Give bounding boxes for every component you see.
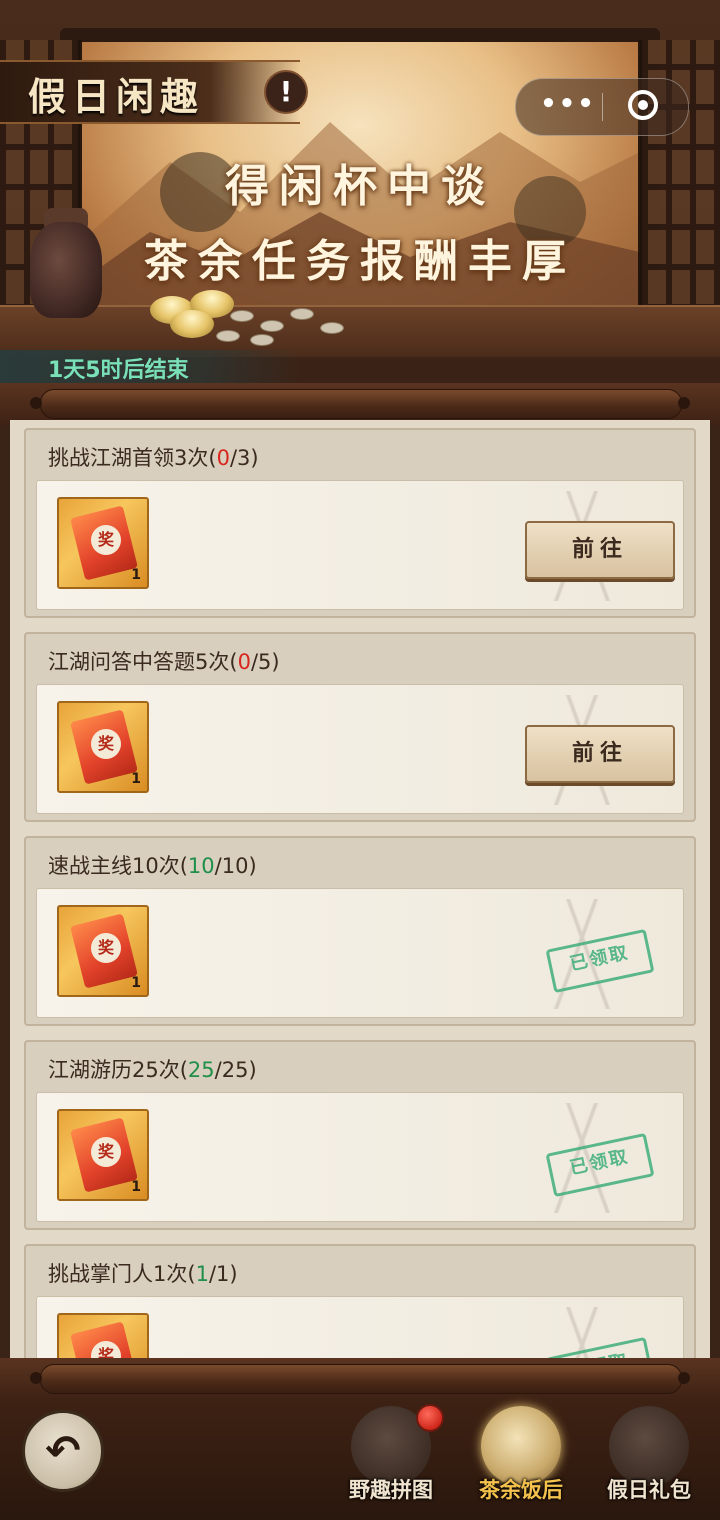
rail-bar [40,1364,682,1394]
nav-label: 茶余饭后 [479,1477,563,1502]
reward-item[interactable]: 奖 1 [57,905,149,997]
nav-item-gift-pack[interactable]: 假日礼包 [594,1400,704,1520]
rail-knob-icon [30,1372,42,1384]
rail-knob-icon [30,397,42,409]
task-body: 奖 1 已领取 [36,1296,684,1360]
go-button[interactable]: 前往 [525,521,675,579]
reward-quantity: 1 [131,1179,141,1195]
task-body: 奖 1 已领取 [36,888,684,1018]
end-time-text: 1天5时后结束 [48,358,189,383]
task-title: 挑战江湖首领3次(0/3) [48,446,259,470]
mini-program-capsule: ••• [515,78,689,136]
close-target-icon[interactable] [628,90,658,120]
reward-seal: 奖 [91,933,121,963]
rail-bar [40,389,682,419]
banner-slogan-line2: 茶余任务报酬丰厚 [144,236,576,287]
rail-knob-icon [678,397,690,409]
reward-seal: 奖 [91,1137,121,1167]
task-card: 挑战江湖首领3次(0/3) 奖 1 前往 [24,428,696,618]
notification-dot-icon [416,1404,444,1432]
info-icon[interactable]: ! [264,70,308,114]
reward-seal: 奖 [91,525,121,555]
task-body: 奖 1 前往 [36,480,684,610]
nav-item-tea[interactable]: 茶余饭后 [466,1400,576,1520]
reward-quantity: 1 [131,975,141,991]
task-card: 挑战掌门人1次(1/1) 奖 1 已领取 [24,1244,696,1360]
reward-quantity: 1 [131,567,141,583]
nav-label: 假日礼包 [607,1477,691,1502]
reward-seal: 奖 [91,729,121,759]
reward-item[interactable]: 奖 1 [57,497,149,589]
task-card: 速战主线10次(10/10) 奖 1 已领取 [24,836,696,1026]
banner-slogan-line1: 得闲杯中谈 [225,161,495,212]
reward-item[interactable]: 奖 1 [57,1109,149,1201]
task-title: 江湖问答中答题5次(0/5) [48,650,280,674]
event-banner: 得闲杯中谈 茶余任务报酬丰厚 1天5时后结束 [0,0,720,385]
reward-quantity: 1 [131,771,141,787]
more-menu-icon[interactable]: ••• [536,79,600,135]
task-body: 奖 1 前往 [36,684,684,814]
task-title: 挑战掌门人1次(1/1) [48,1262,238,1286]
rail-knob-icon [678,1372,690,1384]
capsule-divider [602,93,603,121]
task-title: 速战主线10次(10/10) [48,854,257,878]
wooden-rail-top [0,383,720,425]
task-list[interactable]: 挑战江湖首领3次(0/3) 奖 1 前往 江湖问答中答题5次(0/5) 奖 1 … [10,420,710,1360]
task-card: 江湖游历25次(25/25) 奖 1 已领取 [24,1040,696,1230]
reward-item[interactable]: 奖 1 [57,701,149,793]
reward-item[interactable]: 奖 1 [57,1313,149,1360]
nav-label: 野趣拼图 [349,1477,433,1502]
coins-and-ingots-icon [120,290,370,350]
task-body: 奖 1 已领取 [36,1092,684,1222]
task-title: 江湖游历25次(25/25) [48,1058,257,1082]
wine-jar-icon [30,222,102,318]
back-button[interactable]: ↶ [22,1410,104,1492]
wooden-rail-bottom [0,1358,720,1400]
go-button[interactable]: 前往 [525,725,675,783]
page-title: 假日闲趣 [28,74,205,119]
task-card: 江湖问答中答题5次(0/5) 奖 1 前往 [24,632,696,822]
